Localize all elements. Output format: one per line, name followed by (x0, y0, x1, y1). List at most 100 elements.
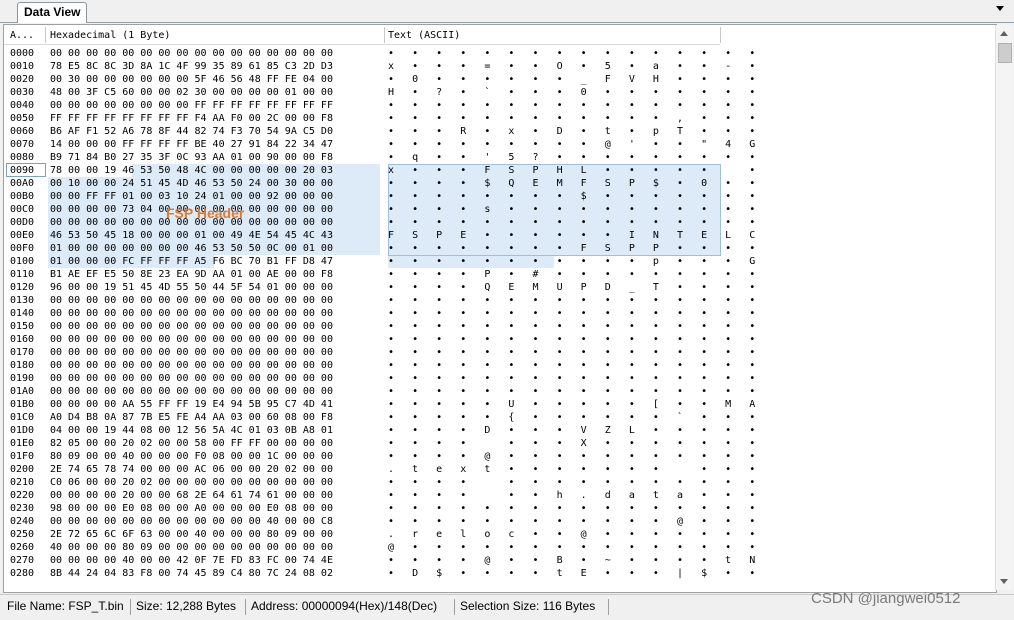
row-ascii-text[interactable]: • • • • • • • • • • • • • • • • (388, 307, 755, 320)
row-ascii-text[interactable]: • • • • • • h . d a t a • • • (388, 489, 755, 502)
row-address[interactable]: 01B0 (10, 398, 34, 411)
row-ascii-text[interactable]: @ • • • • • • • • • • • • • • • (388, 541, 755, 554)
row-hex-bytes[interactable]: 00 00 00 00 00 00 00 00 00 00 00 00 00 0… (50, 307, 333, 320)
row-hex-bytes[interactable]: 80 09 00 00 40 00 00 00 F0 08 00 00 1C 0… (50, 450, 333, 463)
row-address[interactable]: 01E0 (10, 437, 34, 450)
row-ascii-text[interactable]: • • • • • • • • • • • p • • • G (388, 255, 755, 268)
row-address[interactable]: 0170 (10, 346, 34, 359)
row-ascii-text[interactable]: . r e l o c • • @ • • • • • • • (388, 528, 755, 541)
row-ascii-text[interactable]: • • • • • • • • • • • • • • • • (388, 385, 755, 398)
column-divider[interactable] (720, 27, 721, 43)
vertical-scrollbar[interactable] (995, 25, 1013, 590)
row-ascii-text[interactable]: • q • • ' 5 ? • • • • • • • • • (388, 151, 755, 164)
row-ascii-text[interactable]: • • • • • • • • • • • • • • • • (388, 502, 755, 515)
row-address[interactable]: 0280 (10, 567, 34, 580)
tab-data-view[interactable]: Data View (17, 2, 88, 23)
row-hex-bytes[interactable]: 2E 74 65 78 74 00 00 00 AC 06 00 00 20 0… (50, 463, 333, 476)
column-header-address[interactable]: A... (10, 27, 34, 45)
chevron-down-icon[interactable] (996, 6, 1004, 11)
row-address[interactable]: 01D0 (10, 424, 34, 437)
row-hex-bytes[interactable]: 98 00 00 00 E0 08 00 00 A0 00 00 00 E0 0… (50, 502, 333, 515)
row-hex-bytes[interactable]: 00 30 00 00 00 00 00 00 5F 46 56 48 FF F… (50, 73, 333, 86)
row-address[interactable]: 0270 (10, 554, 34, 567)
row-ascii-text[interactable]: • • • • • • • • $ • • • • • • • (388, 190, 755, 203)
row-hex-bytes[interactable]: B1 AE EF E5 50 8E 23 EA 9D AA 01 00 AE 0… (50, 268, 333, 281)
row-ascii-text[interactable]: • • • • • • • • • • • • • • • (388, 476, 755, 489)
row-hex-bytes[interactable]: 00 00 00 00 20 00 00 68 2E 64 61 74 61 0… (50, 489, 333, 502)
row-address[interactable]: 00D0 (10, 216, 34, 229)
row-hex-bytes[interactable]: 00 00 00 00 00 00 00 00 00 00 00 00 00 0… (50, 372, 333, 385)
row-ascii-text[interactable]: • • • • $ Q E M F S P $ • 0 • • (388, 177, 755, 190)
row-ascii-text[interactable]: • • • • • • • • • • • • • • • • (388, 99, 755, 112)
row-ascii-text[interactable]: • • • • • • • • • • • • , • • • (388, 112, 755, 125)
column-divider[interactable] (384, 27, 385, 43)
row-ascii-text[interactable]: H • ? • ` • • • 0 • • • • • • • (388, 86, 755, 99)
row-address[interactable]: 00A0 (10, 177, 34, 190)
row-ascii-text[interactable]: • • • • D • • • V Z L • • • • • (388, 424, 755, 437)
row-address[interactable]: 0250 (10, 528, 34, 541)
row-ascii-text[interactable]: . t e x t • • • • • • • • • • (388, 463, 755, 476)
row-ascii-text[interactable]: • • • • P • # • • • • • • • • • (388, 268, 755, 281)
row-ascii-text[interactable]: • • • • • • • • • • • • • • • • (388, 333, 755, 346)
row-address[interactable]: 01F0 (10, 450, 34, 463)
row-address[interactable]: 0200 (10, 463, 34, 476)
scrollbar-thumb[interactable] (998, 43, 1012, 63)
row-address[interactable]: 00B0 (10, 190, 34, 203)
row-hex-bytes[interactable]: 00 00 00 00 00 00 00 00 00 00 00 00 00 0… (50, 385, 333, 398)
row-address[interactable]: 0130 (10, 294, 34, 307)
row-hex-bytes[interactable]: 00 00 FF FF 01 00 03 10 24 01 00 00 92 0… (50, 190, 333, 203)
row-address[interactable]: 00F0 (10, 242, 34, 255)
row-hex-bytes[interactable]: 00 00 00 00 00 00 00 00 00 00 00 00 00 0… (50, 333, 333, 346)
row-hex-bytes[interactable]: 00 00 00 00 00 00 00 00 00 00 00 00 00 0… (50, 47, 333, 60)
row-hex-bytes[interactable]: 00 00 00 00 00 00 00 00 00 00 00 00 00 0… (50, 320, 333, 333)
column-header-text[interactable]: Text (ASCII) (388, 27, 460, 45)
row-address[interactable]: 01C0 (10, 411, 34, 424)
row-address[interactable]: 0030 (10, 86, 34, 99)
row-hex-bytes[interactable]: 00 00 00 00 00 00 00 00 FF FF FF FF FF F… (50, 99, 333, 112)
row-address[interactable]: 0240 (10, 515, 34, 528)
row-hex-bytes[interactable]: B9 71 84 B0 27 35 3F 0C 93 AA 01 00 90 0… (50, 151, 333, 164)
row-ascii-text[interactable]: • • • R • x • D • t • p T • • • (388, 125, 755, 138)
row-hex-bytes[interactable]: 82 05 00 00 20 02 00 00 58 00 FF FF 00 0… (50, 437, 333, 450)
row-ascii-text[interactable]: • • • • @ • • B • ~ • • • • t N (388, 554, 755, 567)
row-address[interactable]: 0120 (10, 281, 34, 294)
column-header-hex[interactable]: Hexadecimal (1 Byte) (50, 27, 170, 45)
row-address[interactable]: 0080 (10, 151, 34, 164)
row-ascii-text[interactable]: • • • • • • • • F S P P • • • • (388, 242, 755, 255)
row-ascii-text[interactable]: • • • • s • • • • • • • • • • • (388, 203, 755, 216)
row-address[interactable]: 00C0 (10, 203, 34, 216)
row-ascii-text[interactable]: • • • • • U • • • • • [ • • M A (388, 398, 755, 411)
row-hex-bytes[interactable]: 8B 44 24 04 83 F8 00 74 45 89 C4 80 7C 2… (50, 567, 333, 580)
row-hex-bytes[interactable]: 00 00 00 00 00 00 00 00 00 00 00 00 40 0… (50, 515, 333, 528)
row-ascii-text[interactable]: • • • • • • • • • @ ' • • " 4 G (388, 138, 755, 151)
row-hex-bytes[interactable]: 00 00 00 00 00 00 00 00 00 00 00 00 00 0… (50, 346, 333, 359)
row-hex-bytes[interactable]: 46 53 50 45 18 00 00 00 01 00 49 4E 54 4… (50, 229, 333, 242)
row-ascii-text[interactable]: F S P E • • • • • • I N T E L C (388, 229, 755, 242)
row-ascii-text[interactable]: • • • • @ • • • • • • • • • • • (388, 450, 755, 463)
row-hex-bytes[interactable]: 96 00 00 19 51 45 4D 55 50 44 5F 54 01 0… (50, 281, 333, 294)
row-address[interactable]: 0040 (10, 99, 34, 112)
row-address[interactable]: 0180 (10, 359, 34, 372)
row-hex-bytes[interactable]: 00 00 00 00 00 00 00 00 00 00 00 00 00 0… (50, 359, 333, 372)
row-ascii-text[interactable]: x • • • = • • O • 5 • a • • - • (388, 60, 755, 73)
row-hex-bytes[interactable]: 04 00 00 19 44 08 00 12 56 5A 4C 01 03 0… (50, 424, 333, 437)
row-hex-bytes[interactable]: 14 00 00 00 FF FF FF FF BE 40 27 91 84 2… (50, 138, 333, 151)
row-address[interactable]: 01A0 (10, 385, 34, 398)
row-hex-bytes[interactable]: 00 00 00 00 AA 55 FF FF 19 E4 94 5B 95 C… (50, 398, 333, 411)
row-ascii-text[interactable]: • • • • • • • • • • • • @ • • • (388, 515, 755, 528)
row-ascii-text[interactable]: • • • • Q E M U P D _ T • • • • (388, 281, 755, 294)
row-address[interactable]: 0230 (10, 502, 34, 515)
scroll-up-icon[interactable] (1000, 31, 1008, 36)
row-address[interactable]: 0220 (10, 489, 34, 502)
row-address[interactable]: 0090 (10, 164, 34, 177)
row-address[interactable]: 0190 (10, 372, 34, 385)
row-hex-bytes[interactable]: 78 00 00 19 46 53 50 48 4C 00 00 00 00 0… (50, 164, 333, 177)
row-address[interactable]: 0160 (10, 333, 34, 346)
row-hex-bytes[interactable]: 01 00 00 00 FC FF FF FF A5 F6 BC 70 B1 F… (50, 255, 333, 268)
row-ascii-text[interactable]: x • • • F S P H L • • • • • • (388, 164, 755, 177)
row-ascii-text[interactable]: • • • • • • • • • • • • • • • • (388, 320, 755, 333)
row-address[interactable]: 0060 (10, 125, 34, 138)
row-address[interactable]: 0050 (10, 112, 34, 125)
row-address[interactable]: 0210 (10, 476, 34, 489)
row-hex-bytes[interactable]: A0 D4 B8 0A 87 7B E5 FE A4 AA 03 00 60 0… (50, 411, 333, 424)
